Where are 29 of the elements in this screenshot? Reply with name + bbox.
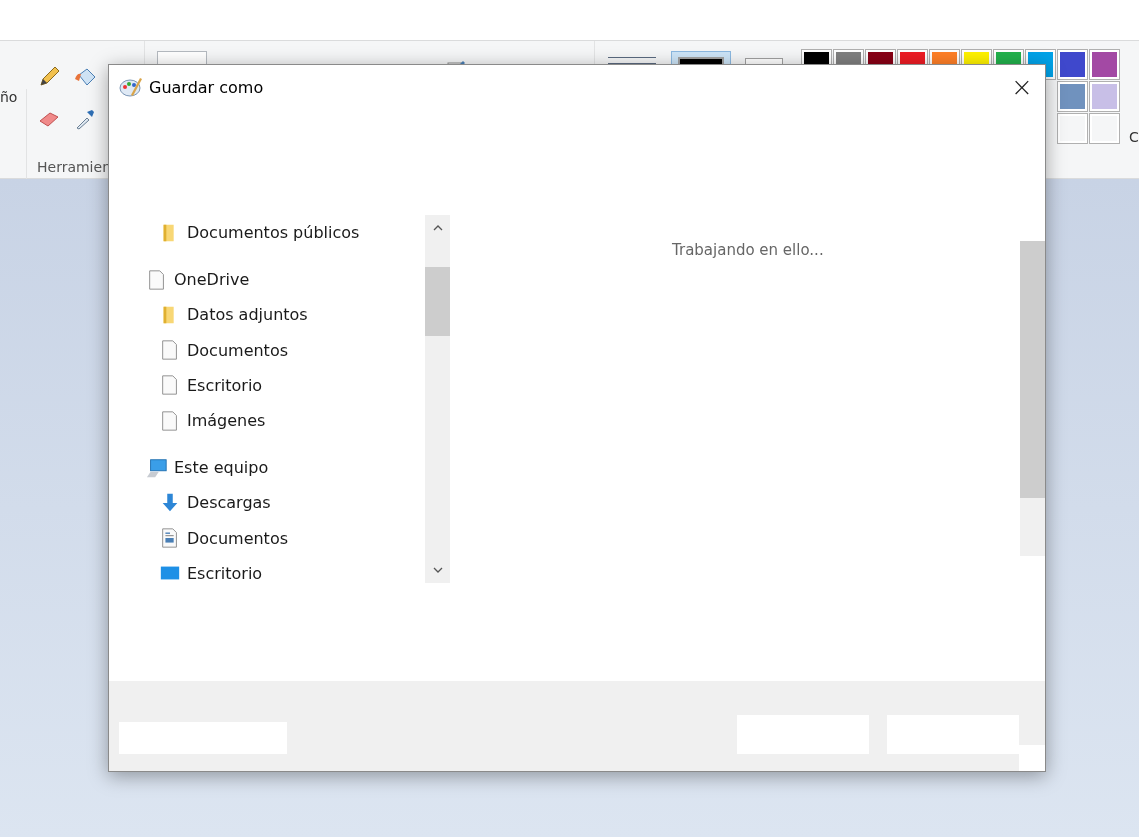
color-swatch[interactable]	[1060, 52, 1085, 77]
nav-item[interactable]: Documentos	[146, 520, 425, 556]
nav-item[interactable]: Datos adjuntos	[146, 297, 425, 333]
scroll-thumb[interactable]	[1020, 241, 1045, 498]
nav-item[interactable]: Descargas	[146, 485, 425, 521]
status-text: Trabajando en ello...	[672, 241, 824, 259]
computer-icon	[146, 456, 168, 479]
palette-icon	[119, 75, 143, 99]
scrollbar[interactable]	[425, 215, 450, 583]
pencil-icon[interactable]	[37, 65, 61, 89]
scroll-down-icon[interactable]	[432, 567, 443, 573]
nav-item[interactable]: Escritorio	[146, 367, 425, 403]
nav-item[interactable]: OneDrive	[146, 262, 425, 298]
group-label: C	[1129, 129, 1139, 145]
scroll-thumb[interactable]	[425, 267, 450, 336]
blank-button[interactable]	[1019, 745, 1045, 771]
scrollbar[interactable]	[1020, 241, 1045, 556]
nav-item[interactable]: Escritorio	[146, 555, 425, 591]
color-swatch[interactable]	[1060, 84, 1085, 109]
dialog-title: Guardar como	[149, 77, 264, 97]
scroll-up-icon[interactable]	[432, 225, 443, 231]
group-label: Herramien	[37, 159, 112, 175]
close-button[interactable]: ×	[999, 67, 1045, 107]
color-swatch[interactable]	[1092, 52, 1117, 77]
nav-item[interactable]: Documentos públicos	[146, 215, 425, 251]
color-swatch[interactable]	[1092, 84, 1117, 109]
nav-item[interactable]: Este equipo	[146, 450, 425, 486]
nav-item[interactable]: Imágenes	[146, 403, 425, 439]
nav-item[interactable]: Documentos	[146, 332, 425, 368]
